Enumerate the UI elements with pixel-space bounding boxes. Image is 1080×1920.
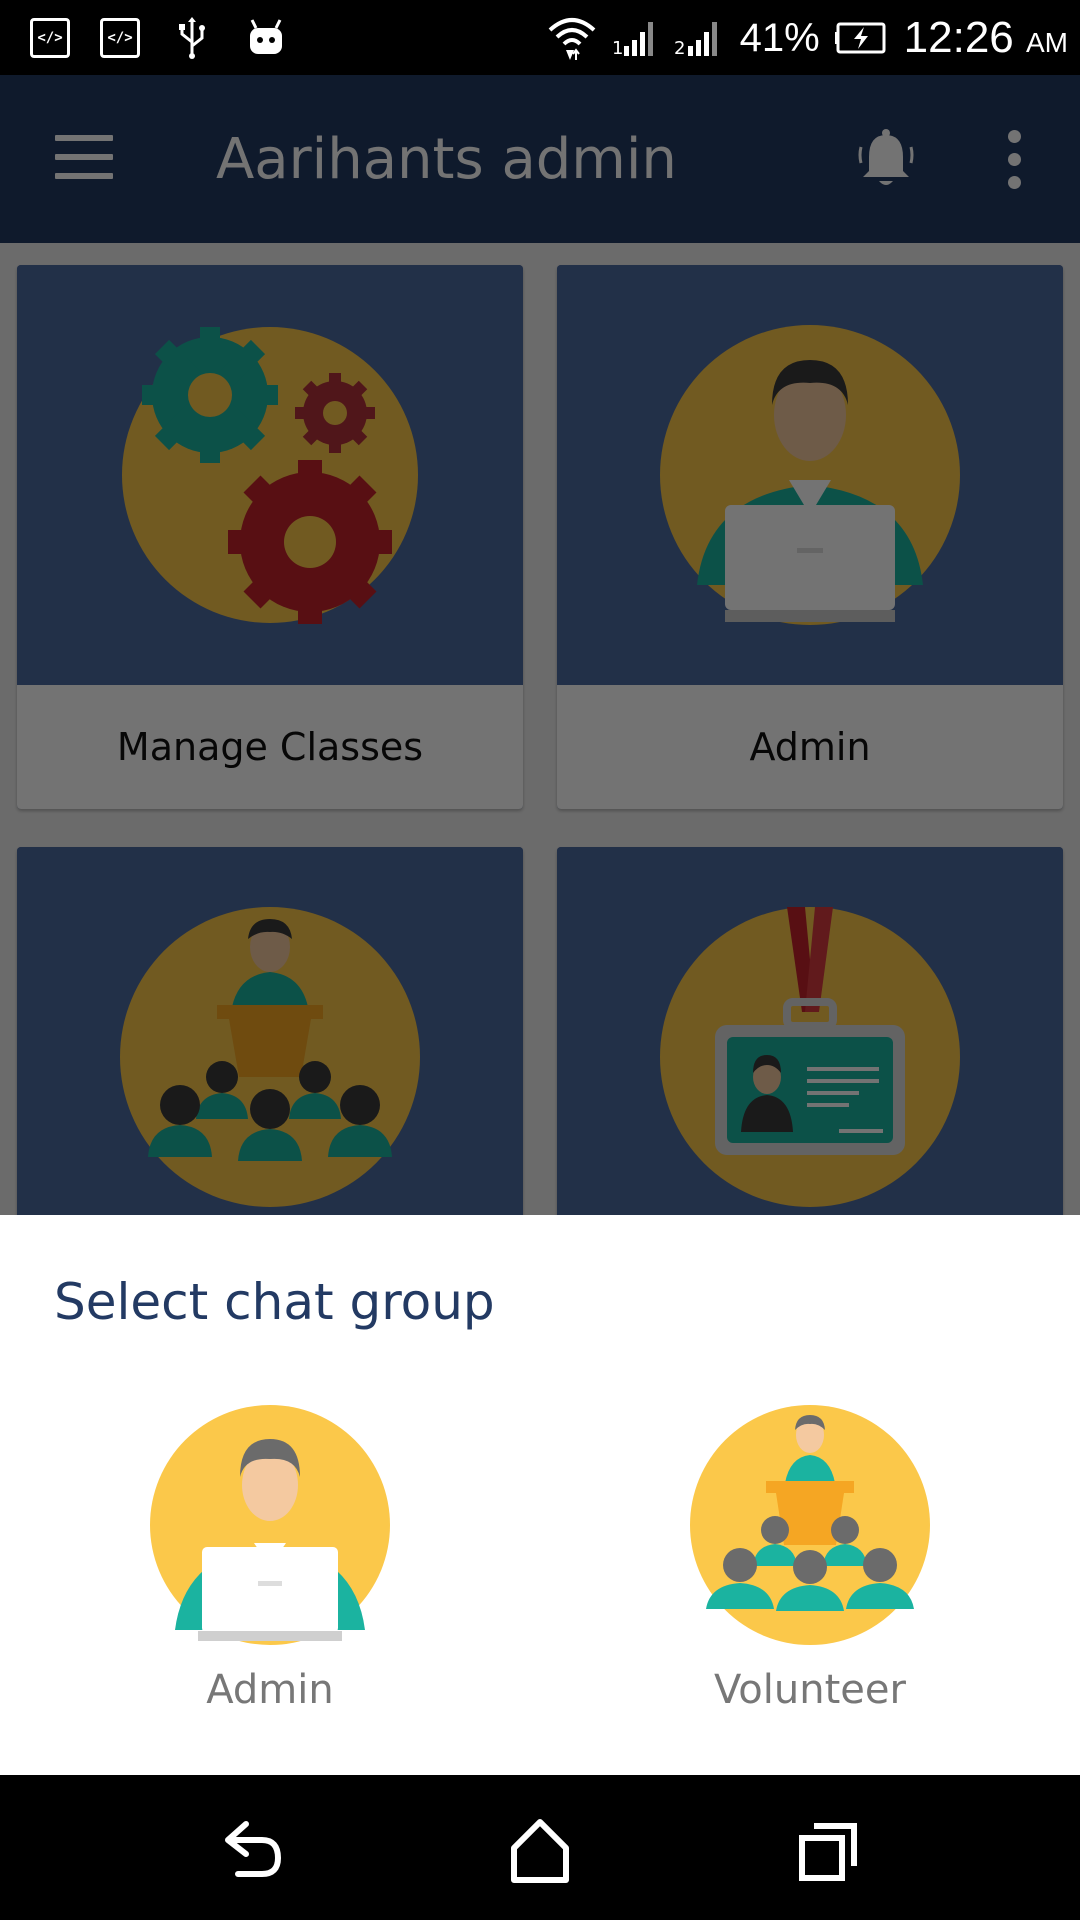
- dashboard-grid: Manage Classes Admin: [0, 243, 1080, 1215]
- card-label: Admin: [557, 685, 1063, 809]
- app-bar: Aarihants admin: [0, 75, 1080, 243]
- signal-2-icon: 2: [674, 22, 717, 58]
- more-vert-icon[interactable]: [1000, 130, 1028, 190]
- card-manage-classes[interactable]: Manage Classes: [17, 265, 523, 809]
- speaker-audience-icon: [690, 1405, 930, 1645]
- option-label: Volunteer: [714, 1667, 906, 1713]
- speaker-audience-icon: [17, 847, 523, 1215]
- card-volunteer[interactable]: [17, 847, 523, 1215]
- sheet-title: Select chat group: [54, 1273, 495, 1331]
- admin-person-laptop-icon: [557, 265, 1063, 685]
- card-admin[interactable]: Admin: [557, 265, 1063, 809]
- card-label: Manage Classes: [17, 685, 523, 809]
- svg-text:1: 1: [612, 38, 623, 58]
- app-title: Aarihants admin: [216, 127, 677, 192]
- code-icon: </>: [30, 18, 70, 58]
- clock: 12:26 AM: [904, 13, 1068, 63]
- chat-group-admin-option[interactable]: Admin: [120, 1405, 420, 1745]
- id-badge-icon: [557, 847, 1063, 1215]
- wifi-icon: [548, 18, 595, 60]
- option-label: Admin: [206, 1667, 334, 1713]
- signal-1-icon: 1: [612, 22, 653, 58]
- recents-icon[interactable]: [788, 1810, 868, 1890]
- code-icon: </>: [100, 18, 140, 58]
- clock-time: 12:26: [903, 13, 1014, 62]
- back-icon[interactable]: [212, 1810, 292, 1890]
- status-bar: </> </> 1 2 41% 12:26 AM: [0, 0, 1080, 75]
- bell-icon[interactable]: [855, 127, 917, 191]
- android-icon: [250, 19, 282, 54]
- clock-ampm: AM: [1026, 27, 1068, 58]
- system-nav-bar: [0, 1775, 1080, 1920]
- admin-person-laptop-icon: [150, 1405, 390, 1645]
- chat-group-volunteer-option[interactable]: Volunteer: [660, 1405, 960, 1745]
- card-id-badge[interactable]: [557, 847, 1063, 1215]
- svg-text:2: 2: [674, 38, 685, 58]
- home-icon[interactable]: [500, 1810, 580, 1890]
- menu-icon[interactable]: [55, 135, 113, 179]
- chat-group-sheet: Select chat group Admin Volunteer: [0, 1215, 1080, 1775]
- gears-icon: [17, 265, 523, 685]
- usb-icon: [179, 17, 205, 59]
- battery-charging-icon: [834, 22, 886, 54]
- battery-percent: 41%: [739, 15, 820, 60]
